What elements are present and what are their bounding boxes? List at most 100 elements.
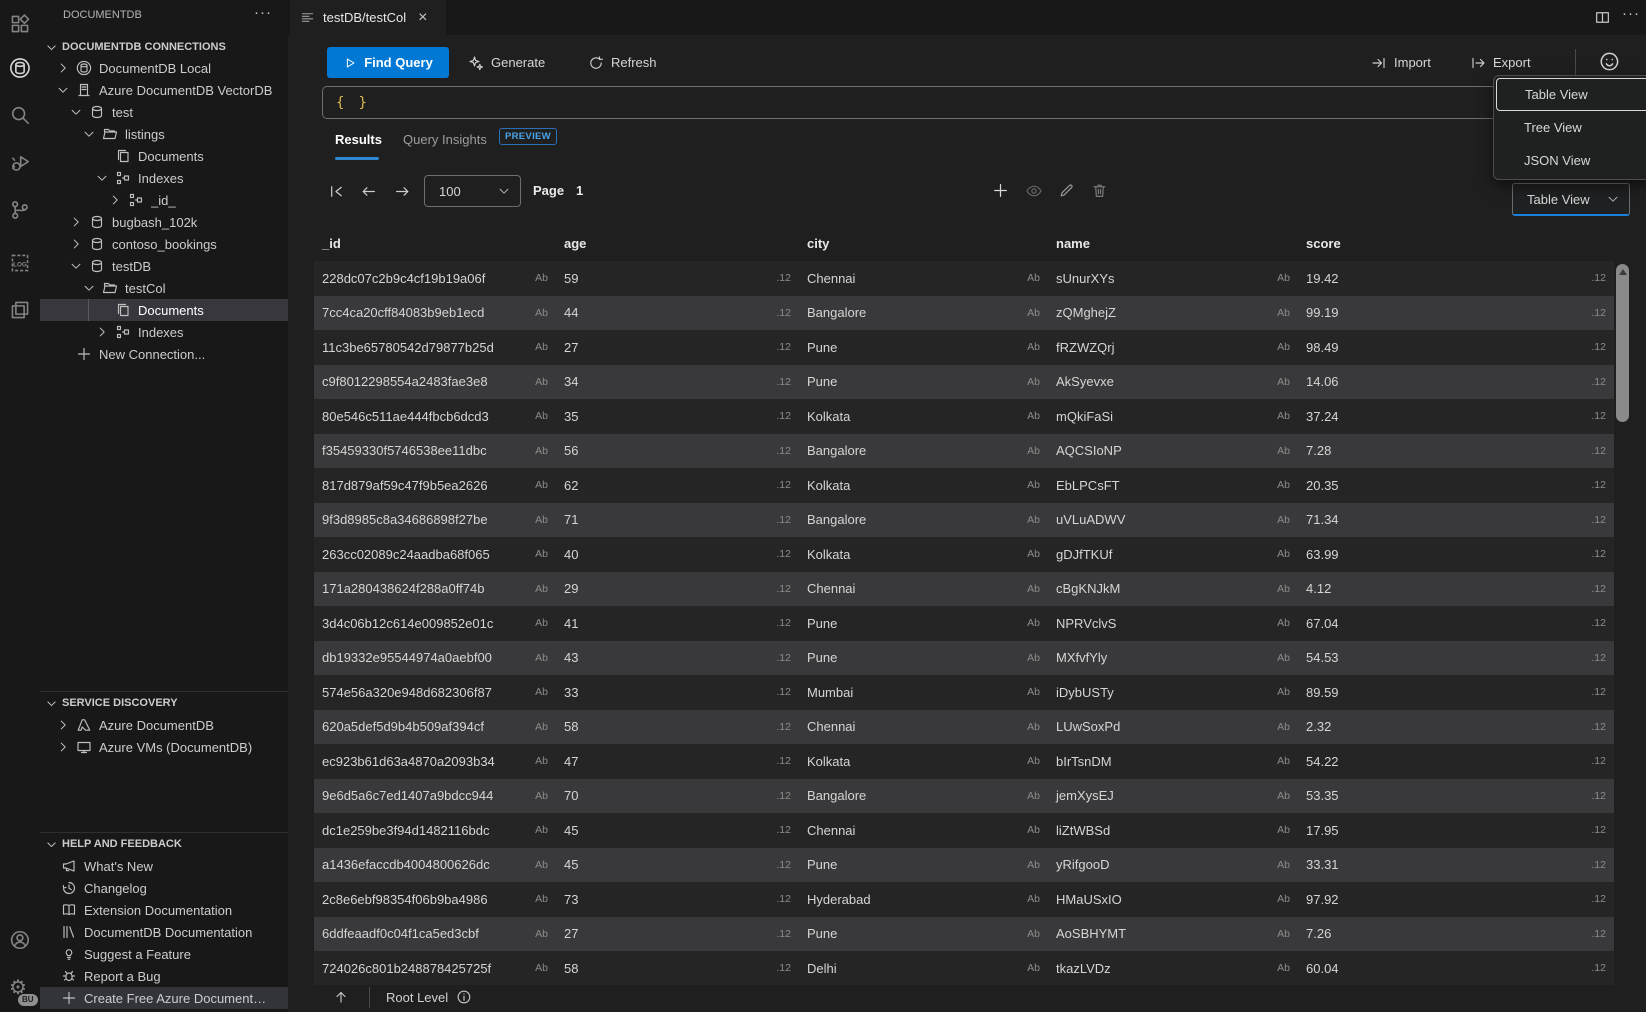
ellipsis-icon[interactable]: ··· — [1622, 5, 1640, 23]
sidebar-item-what-s-new[interactable]: What's New — [40, 855, 305, 877]
column-header-age[interactable]: age — [556, 225, 799, 261]
account-icon[interactable] — [9, 929, 31, 951]
sidebar-item-contoso-bookings[interactable]: contoso_bookings — [40, 233, 317, 255]
tab-testdb-testcol[interactable]: testDB/testCol × — [290, 0, 446, 35]
sidebar-item-report-a-bug[interactable]: Report a Bug — [40, 965, 305, 987]
info-icon[interactable] — [456, 989, 472, 1005]
add-document-icon[interactable] — [992, 182, 1010, 200]
edit-document-icon[interactable] — [1058, 182, 1076, 200]
delete-document-icon[interactable] — [1091, 182, 1109, 200]
table-row[interactable]: 724026c801b248878425725fAb58.12DelhiAbtk… — [314, 951, 1614, 986]
tab-query-insights[interactable]: Query Insights — [403, 132, 487, 147]
sidebar-item-testcol[interactable]: testCol — [40, 277, 330, 299]
menu-item-table-view[interactable]: Table View — [1496, 78, 1646, 111]
split-editor-icon[interactable] — [1594, 9, 1612, 27]
column-header-name[interactable]: name — [1048, 225, 1298, 261]
footer-divider — [369, 987, 370, 1008]
column-header-score[interactable]: score — [1298, 225, 1614, 261]
cell-name: mQkiFaSiAb — [1048, 399, 1298, 434]
refresh-button[interactable]: Refresh — [588, 47, 657, 78]
number-type-icon: .12 — [776, 583, 799, 595]
source-control-icon[interactable] — [9, 199, 31, 221]
cell-age: 73.12 — [556, 882, 799, 917]
import-button[interactable]: Import — [1371, 47, 1431, 78]
cell-name: bIrTsnDMAb — [1048, 744, 1298, 779]
next-page-icon[interactable] — [394, 183, 411, 200]
table-row[interactable]: 80e546c511ae444fbcb6dcd3Ab35.12KolkataAb… — [314, 399, 1614, 434]
feedback-smiley-icon[interactable] — [1599, 51, 1621, 73]
chevron-down-icon — [69, 105, 85, 119]
cell-name: AkSyevxeAb — [1048, 365, 1298, 400]
more-actions-icon[interactable]: ··· — [254, 4, 272, 21]
table-row[interactable]: 817d879af59c47f9b5ea2626Ab62.12KolkataAb… — [314, 468, 1614, 503]
column-header-_id[interactable]: _id — [314, 225, 556, 261]
query-input[interactable]: { } — [322, 86, 1632, 119]
tab-results[interactable]: Results — [335, 132, 382, 147]
prev-page-icon[interactable] — [360, 183, 377, 200]
table-row[interactable]: 9e6d5a6c7ed1407a9bdcc944Ab70.12Bangalore… — [314, 779, 1614, 814]
generate-button[interactable]: Generate — [468, 47, 545, 78]
search-icon[interactable] — [9, 104, 31, 126]
extensions-icon[interactable] — [9, 13, 31, 35]
find-query-button[interactable]: Find Query — [327, 47, 449, 78]
table-row[interactable]: ec923b61d63a4870a2093b34Ab47.12KolkataAb… — [314, 744, 1614, 779]
scrollbar-thumb[interactable] — [1616, 264, 1629, 422]
cell-_id: 263cc02089c24aadba68f065Ab — [314, 537, 556, 572]
table-row[interactable]: c9f8012298554a2483fae3e8Ab34.12PuneAbAkS… — [314, 365, 1614, 400]
first-page-icon[interactable] — [328, 183, 345, 200]
section-service-discovery[interactable]: SERVICE DISCOVERY — [40, 692, 288, 714]
sidebar-item-create-free-azure-documentdb-cl[interactable]: Create Free Azure DocumentDB Cl... — [40, 987, 305, 1009]
string-type-icon: Ab — [1027, 272, 1048, 284]
cell-score: 71.34.12 — [1298, 503, 1614, 538]
documentdb-icon[interactable] — [9, 57, 31, 79]
sidebar-item-test[interactable]: test — [40, 101, 317, 123]
table-row[interactable]: 3d4c06b12c614e009852e01cAb41.12PuneAbNPR… — [314, 606, 1614, 641]
table-row[interactable]: 228dc07c2b9c4cf19b19a06fAb59.12ChennaiAb… — [314, 261, 1614, 296]
menu-item-json-view[interactable]: JSON View — [1496, 144, 1646, 177]
vertical-scrollbar[interactable] — [1616, 261, 1630, 985]
editors-stack-icon[interactable] — [9, 299, 31, 321]
section-help-and-feedback[interactable]: HELP AND FEEDBACK — [40, 833, 288, 855]
sidebar-item-bugbash-102k[interactable]: bugbash_102k — [40, 211, 317, 233]
table-row[interactable]: dc1e259be3f94d1482116bdcAb45.12ChennaiAb… — [314, 813, 1614, 848]
table-row[interactable]: f35459330f5746538ee11dbcAb56.12Bangalore… — [314, 434, 1614, 469]
refresh-icon — [588, 55, 604, 71]
sidebar-item-azure-vms-documentdb[interactable]: Azure VMs (DocumentDB) — [40, 736, 304, 758]
go-up-level-icon[interactable] — [333, 989, 350, 1006]
sidebar-item-azure-documentdb[interactable]: Azure DocumentDB — [40, 714, 304, 736]
cell-city: KolkataAb — [799, 399, 1048, 434]
table-row[interactable]: db19332e95544974a0aebf00Ab43.12PuneAbMXf… — [314, 641, 1614, 676]
column-header-city[interactable]: city — [799, 225, 1048, 261]
chevron-right-icon — [56, 61, 72, 75]
table-row[interactable]: a1436efaccdb4004800626dcAb45.12PuneAbyRi… — [314, 848, 1614, 883]
section-documentdb-connections[interactable]: DOCUMENTDB CONNECTIONS — [40, 36, 288, 58]
table-row[interactable]: 9f3d8985c8a34686898f27beAb71.12Bangalore… — [314, 503, 1614, 538]
sidebar-item-new-connection[interactable]: New Connection... — [40, 343, 304, 365]
sidebar-item-suggest-a-feature[interactable]: Suggest a Feature — [40, 943, 305, 965]
menu-item-tree-view[interactable]: Tree View — [1496, 111, 1646, 144]
sidebar-item-azure-documentdb-vectordb[interactable]: Azure DocumentDB VectorDB — [40, 79, 304, 101]
table-row[interactable]: 574e56a320e948d682306f87Ab33.12MumbaiAbi… — [314, 675, 1614, 710]
table-row[interactable]: 171a280438624f288a0ff74bAb29.12ChennaiAb… — [314, 572, 1614, 607]
close-icon[interactable]: × — [418, 11, 427, 25]
view-document-icon[interactable] — [1025, 182, 1043, 200]
export-button[interactable]: Export — [1470, 47, 1531, 78]
sidebar-item-extension-documentation[interactable]: Extension Documentation — [40, 899, 305, 921]
sidebar-item-documentdb-documentation[interactable]: DocumentDB Documentation — [40, 921, 305, 943]
table-row[interactable]: 6ddfeaadf0c04f1ca5ed3cbfAb27.12PuneAbAoS… — [314, 917, 1614, 952]
sidebar-item-changelog[interactable]: Changelog — [40, 877, 305, 899]
log-output-icon[interactable]: LOG — [9, 252, 31, 274]
table-row[interactable]: 620a5def5d9b4b509af394cfAb58.12ChennaiAb… — [314, 710, 1614, 745]
string-type-icon: Ab — [1027, 721, 1048, 733]
table-row[interactable]: 263cc02089c24aadba68f065Ab40.12KolkataAb… — [314, 537, 1614, 572]
table-row[interactable]: 11c3be65780542d79877b25dAb27.12PuneAbfRZ… — [314, 330, 1614, 365]
run-debug-icon[interactable] — [9, 152, 31, 174]
page-size-select[interactable]: 100 — [424, 175, 521, 207]
cell-name: cBgKNJkMAb — [1048, 572, 1298, 607]
table-row[interactable]: 2c8e6ebf98354f06b9ba4986Ab73.12Hyderabad… — [314, 882, 1614, 917]
sidebar-item-listings[interactable]: listings — [40, 123, 330, 145]
table-row[interactable]: 7cc4ca20cff84083b9eb1ecdAb44.12Bangalore… — [314, 296, 1614, 331]
sidebar-item-documentdb-local[interactable]: DocumentDB Local — [40, 57, 304, 79]
view-mode-select[interactable]: Table View — [1512, 183, 1630, 216]
sidebar-item-testdb[interactable]: testDB — [40, 255, 317, 277]
